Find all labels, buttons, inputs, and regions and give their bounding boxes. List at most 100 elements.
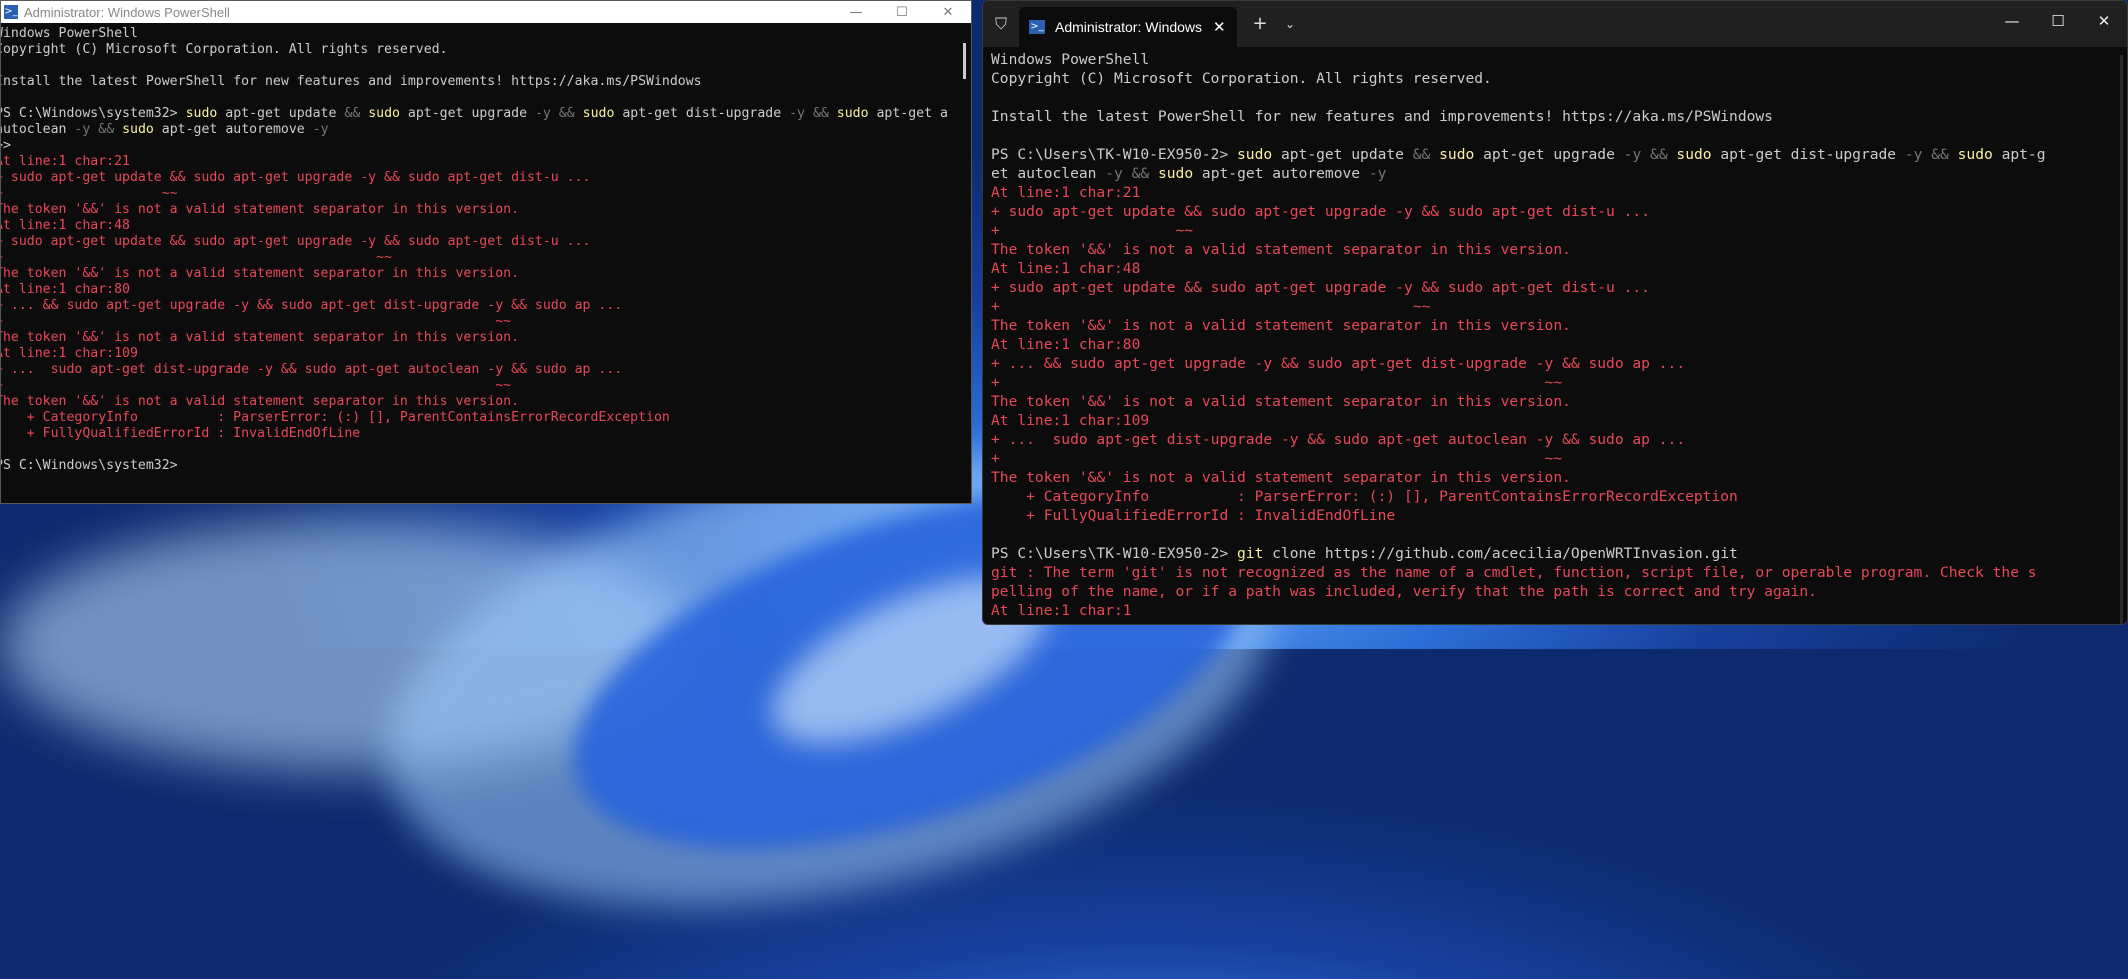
minimize-button[interactable]: — [1989, 1, 2035, 41]
output-line: Install the latest PowerShell for new fe… [0, 74, 948, 90]
terminal-text: Windows PowerShell Copyright (C) Microsof… [991, 50, 2046, 620]
output-line: + sudo apt-get update && sudo apt-get up… [1, 170, 948, 186]
output-segment [829, 106, 837, 121]
output-line: Copyright (C) Microsoft Corporation. All… [0, 42, 948, 58]
output-line: At line:1 char:1 [991, 601, 2046, 620]
output-line: At line:1 char:48 [991, 259, 2046, 278]
output-line: At line:1 char:80 [1, 282, 948, 298]
output-segment: + sudo apt-get update && sudo apt-get up… [0, 234, 591, 249]
output-segment: Copyright (C) Microsoft Corporation. All… [0, 42, 448, 57]
output-segment: apt-get a [868, 106, 948, 121]
scrollbar-thumb[interactable] [963, 43, 966, 79]
windows-terminal-window[interactable]: ⛉ >_ Administrator: Windows Powe ✕ + ⌄ —… [982, 0, 2128, 625]
output-segment: + ~~ [991, 450, 1563, 467]
output-segment: Copyright (C) Microsoft Corporation. All… [991, 70, 1492, 87]
output-segment: -y [789, 106, 805, 121]
new-tab-button[interactable]: + [1249, 13, 1271, 35]
terminal-output[interactable]: Windows PowerShell Copyright (C) Microsof… [983, 47, 2127, 624]
output-segment: sudo [836, 106, 869, 121]
output-segment: sudo [582, 106, 615, 121]
output-segment: At line:1 char:48 [0, 218, 130, 233]
output-line: The token '&&' is not a valid statement … [991, 316, 2046, 335]
profile-dropdown-button[interactable]: ⌄ [1279, 13, 1301, 35]
output-line: Install the latest PowerShell for new fe… [991, 107, 2046, 126]
close-button[interactable]: ✕ [2081, 1, 2127, 41]
output-segment: -y [1368, 165, 1387, 182]
output-segment: pelling of the name, or if a path was in… [991, 583, 1817, 600]
powershell-console-window[interactable]: >_ Administrator: Windows PowerShell — ☐… [0, 0, 972, 504]
window-controls: — ☐ ✕ [1989, 1, 2127, 41]
output-segment: PS C:\Windows\system32> [0, 106, 186, 121]
scrollbar-track[interactable] [957, 23, 971, 503]
output-segment: At line:1 char:109 [991, 412, 1150, 429]
output-line: The token '&&' is not a valid statement … [991, 392, 2046, 411]
output-segment: Install the latest PowerShell for new fe… [0, 74, 702, 89]
close-button[interactable]: ✕ [925, 1, 971, 23]
output-segment: + ~~ [0, 250, 392, 265]
output-segment: && [1931, 146, 1949, 163]
output-segment [551, 106, 559, 121]
output-line: The token '&&' is not a valid statement … [1, 394, 948, 410]
output-segment: && [344, 106, 361, 121]
output-segment: && [558, 106, 575, 121]
output-line: + ~~ [991, 221, 2046, 240]
output-line: + sudo apt-get update && sudo apt-get up… [0, 234, 948, 250]
output-line: + ~~ [991, 297, 2046, 316]
output-segment: && [1650, 146, 1668, 163]
output-segment: + FullyQualifiedErrorId : InvalidEndOfLi… [0, 426, 361, 441]
output-line: At line:1 char:21 [1, 154, 948, 170]
output-segment: git [1237, 545, 1264, 562]
window-title: Administrator: Windows PowerShell [24, 4, 230, 20]
output-segment: The token '&&' is not a valid statement … [0, 330, 520, 345]
output-segment [1641, 146, 1650, 163]
output-line: >> [1, 138, 948, 154]
output-segment [1949, 146, 1958, 163]
output-line: Copyright (C) Microsoft Corporation. All… [991, 69, 2046, 88]
output-segment: apt-get dist-upgrade [614, 106, 790, 121]
output-segment: + ~~ [991, 298, 1431, 315]
output-line: PS C:\Windows\system32> [1, 458, 948, 474]
output-line: At line:1 char:109 [0, 346, 948, 362]
output-segment: At line:1 char:80 [991, 336, 1141, 353]
output-segment: -y [312, 122, 329, 137]
output-line: + ... && sudo apt-get upgrade -y && sudo… [1, 298, 948, 314]
maximize-button[interactable]: ☐ [2035, 1, 2081, 41]
output-segment: apt-get dist-upgrade [1711, 146, 1905, 163]
output-segment: The token '&&' is not a valid statement … [991, 469, 1571, 486]
output-segment: + FullyQualifiedErrorId : InvalidEndOfLi… [991, 507, 1396, 524]
output-segment: && [98, 122, 115, 137]
console-output[interactable]: Windows PowerShell Copyright (C) Microsof… [0, 23, 971, 503]
output-segment: + ~~ [991, 374, 1563, 391]
console-text: Windows PowerShell Copyright (C) Microsof… [0, 26, 948, 474]
terminal-tab-bar[interactable]: ⛉ >_ Administrator: Windows Powe ✕ + ⌄ —… [983, 1, 2127, 47]
powershell-icon: >_ [1029, 20, 1045, 34]
output-line: The token '&&' is not a valid statement … [1, 266, 948, 282]
output-segment [1430, 146, 1439, 163]
output-segment [1922, 146, 1931, 163]
close-tab-icon[interactable]: ✕ [1213, 18, 1226, 36]
console-title-bar[interactable]: >_ Administrator: Windows PowerShell — ☐… [1, 1, 971, 23]
output-line: + sudo apt-get update && sudo apt-get up… [991, 202, 2046, 221]
output-segment: + ... && sudo apt-get upgrade -y && sudo… [991, 355, 1686, 372]
output-segment: sudo [1676, 146, 1712, 163]
minimize-button[interactable]: — [833, 1, 879, 23]
output-line: At line:1 char:109 [991, 411, 2046, 430]
output-line: The token '&&' is not a valid statement … [0, 202, 948, 218]
output-line: PS C:\Users\TK-W10-EX950-2> git clone ht… [991, 544, 2046, 563]
output-line: PS C:\Users\TK-W10-EX950-2> sudo apt-get… [991, 145, 2046, 164]
output-line: + ~~ [991, 449, 2046, 468]
output-segment: At line:1 char:109 [0, 346, 138, 361]
output-segment: && [1131, 165, 1150, 182]
tab-powershell[interactable]: >_ Administrator: Windows Powe ✕ [1019, 7, 1237, 47]
scrollbar[interactable] [2120, 55, 2123, 624]
output-segment: clone https://github.com/acecilia/OpenWR… [1263, 545, 1738, 562]
maximize-button[interactable]: ☐ [879, 1, 925, 23]
output-segment: The token '&&' is not a valid statement … [0, 202, 520, 217]
output-line: + sudo apt-get update && sudo apt-get up… [991, 278, 2046, 297]
output-segment: apt-get upgrade [1474, 146, 1624, 163]
output-line: Windows PowerShell [991, 50, 2046, 69]
output-segment: The token '&&' is not a valid statement … [991, 241, 1571, 258]
